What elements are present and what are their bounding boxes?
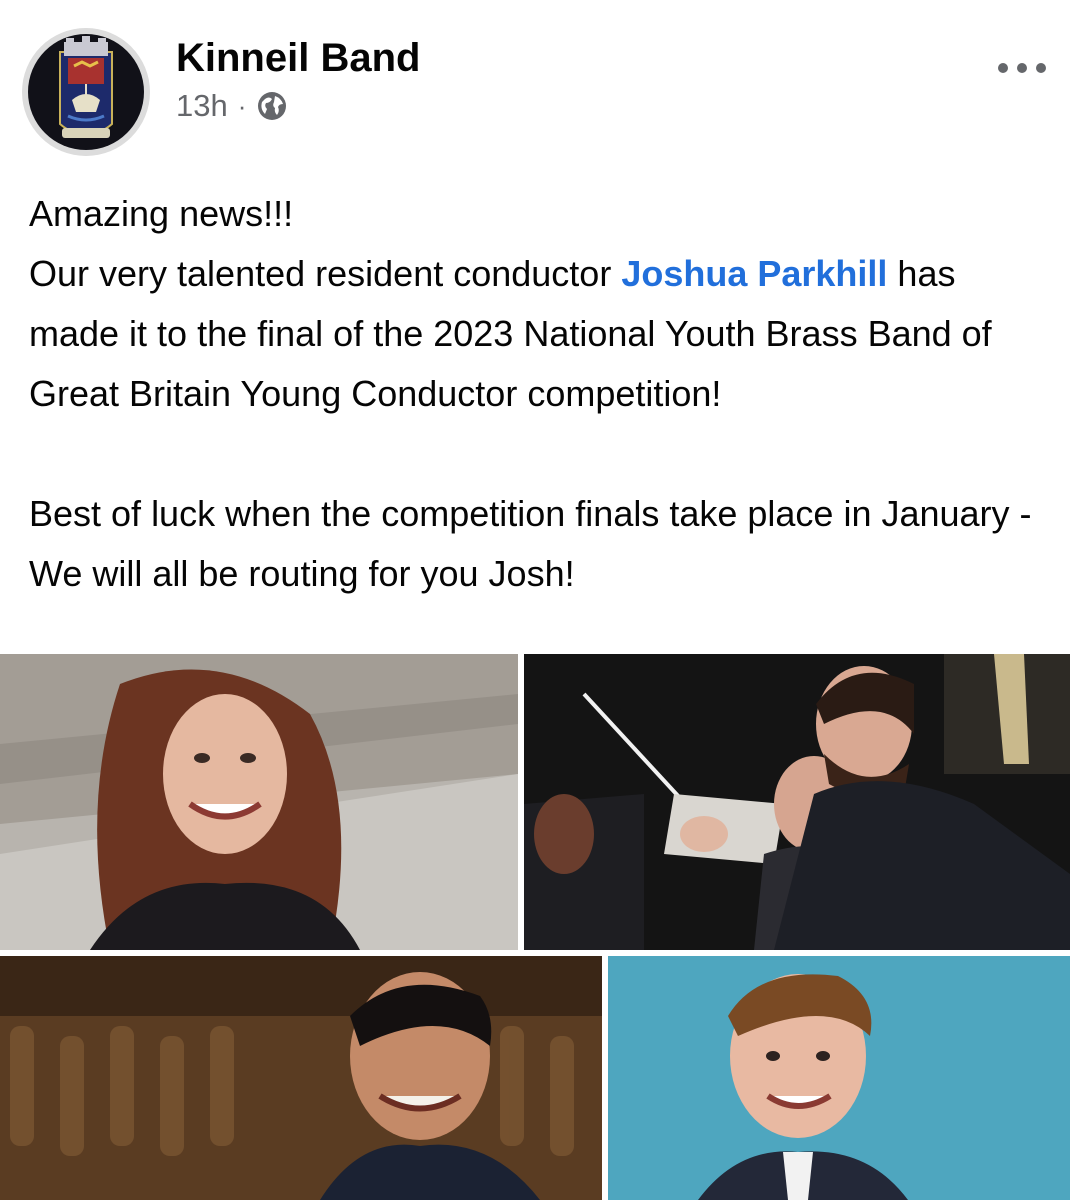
globe-icon xyxy=(256,90,288,122)
more-options-dot xyxy=(1017,63,1027,73)
photo-conductor[interactable] xyxy=(524,654,1070,950)
page-name[interactable]: Kinneil Band xyxy=(176,36,420,81)
more-options-button[interactable] xyxy=(990,50,1054,86)
post-time[interactable]: 13h xyxy=(176,88,228,124)
post-text-paragraph: Best of luck when the competition finals… xyxy=(29,493,1032,594)
more-options-icon xyxy=(998,63,1008,73)
mention-link[interactable]: Joshua Parkhill xyxy=(621,253,887,294)
post-text-segment: Our very talented resident conductor xyxy=(29,253,622,294)
more-options-dot xyxy=(1036,63,1046,73)
photo-woman-portrait[interactable] xyxy=(0,654,518,950)
post-meta: 13h · xyxy=(176,88,288,124)
post-text-paragraph: Our very talented resident conductor Jos… xyxy=(29,244,1049,424)
facebook-post: Kinneil Band 13h · Amazing news!!! Our v… xyxy=(0,0,1070,1200)
page-avatar[interactable] xyxy=(22,28,150,156)
photo-grid xyxy=(0,654,1070,1200)
meta-separator: · xyxy=(237,90,247,121)
post-text-line: Amazing news!!! xyxy=(29,193,294,234)
photo-man-blue-background[interactable] xyxy=(608,956,1070,1200)
band-crest-logo xyxy=(22,28,150,156)
post-text: Amazing news!!! Our very talented reside… xyxy=(29,184,1049,604)
photo-smiling-man[interactable] xyxy=(0,956,602,1200)
